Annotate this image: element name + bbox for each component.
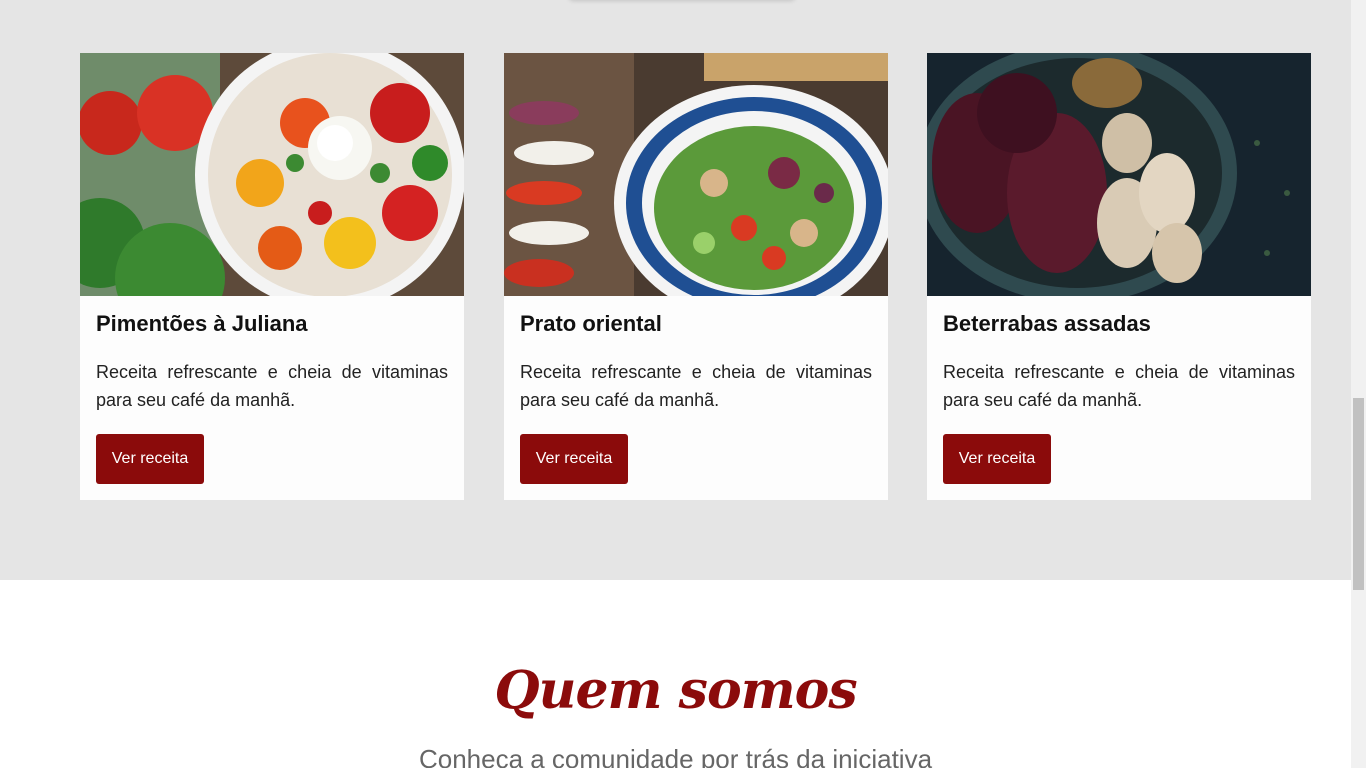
view-recipe-button[interactable]: Ver receita [520,434,628,484]
recipe-card-3: Beterrabas assadas Receita refrescante e… [927,53,1311,500]
vertical-scrollbar[interactable] [1351,0,1366,768]
recipe-image-roasted-beets [927,53,1311,296]
recipe-title: Pimentões à Juliana [96,311,308,336]
recipe-title: Prato oriental [520,311,662,336]
recipe-card-2: Prato oriental Receita refrescante e che… [504,53,888,500]
recipe-image-peppers [80,53,464,296]
about-section-subtitle: Conheça a comunidade por trás da iniciat… [418,744,933,768]
recipe-title: Beterrabas assadas [943,311,1151,336]
view-recipe-button[interactable]: Ver receita [96,434,204,484]
scrollbar-thumb[interactable] [1353,398,1364,590]
recipe-image-oriental-salad [504,53,888,296]
recipe-description: Receita refrescante e cheia de vitaminas… [520,362,872,410]
recipe-description: Receita refrescante e cheia de vitaminas… [943,362,1295,410]
recipe-card-1: Pimentões à Juliana Receita refrescante … [80,53,464,500]
view-recipe-button[interactable]: Ver receita [943,434,1051,484]
recipes-section: Pimentões à Juliana Receita refrescante … [0,0,1351,580]
about-section-title: Quem somos [494,660,857,721]
page: Pimentões à Juliana Receita refrescante … [0,0,1351,768]
recipe-description: Receita refrescante e cheia de vitaminas… [96,362,448,410]
